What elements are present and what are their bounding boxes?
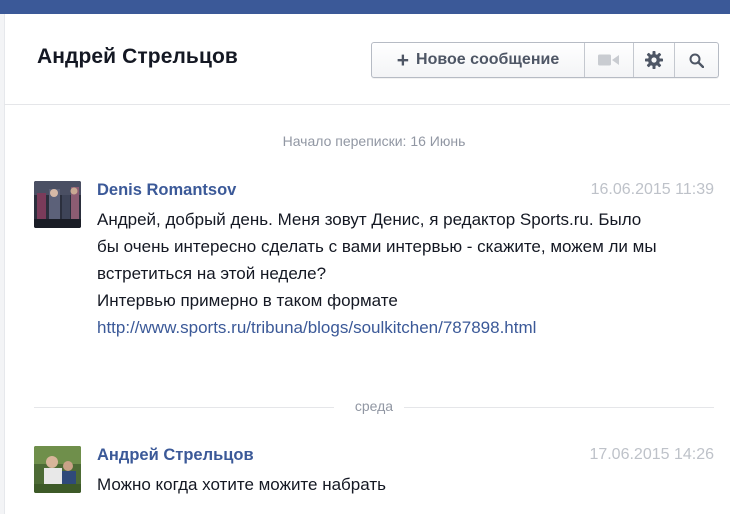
gear-icon [645,51,663,69]
message-text: Можно когда хотите можите набрать [97,475,386,494]
message-body: Андрей, добрый день. Меня зовут Денис, я… [97,206,657,341]
new-message-label: Новое сообщение [416,51,560,68]
top-brand-bar [0,0,730,14]
header-divider [4,104,730,105]
text-fade-overlay [440,470,490,496]
avatar[interactable] [34,446,81,493]
new-message-button[interactable]: + Новое сообщение [372,43,585,77]
message-timestamp: 16.06.2015 11:39 [590,181,714,198]
message-body: Можно когда хотите можите набрать [97,471,657,498]
message-item: Denis Romantsov 16.06.2015 11:39 Андрей,… [34,181,714,381]
message-text-line: Интервью примерно в таком формате [97,291,398,310]
message-item: Андрей Стрельцов 17.06.2015 14:26 Можно … [34,446,714,506]
conversation-title: Андрей Стрельцов [37,45,238,68]
search-icon [689,53,704,68]
message-sender[interactable]: Андрей Стрельцов [97,446,254,465]
conversation-start-label: Начало переписки: 16 Июнь [282,133,466,149]
conversation-toolbar: + Новое сообщение [371,42,719,78]
message-text: Андрей, добрый день. Меня зовут Денис, я… [97,210,657,283]
video-camera-icon [598,54,619,66]
day-separator: среда [34,397,714,417]
search-button[interactable] [675,43,718,77]
message-sender[interactable]: Denis Romantsov [97,181,236,200]
day-separator-label: среда [354,398,394,414]
video-call-button[interactable] [585,43,634,77]
avatar[interactable] [34,181,81,228]
settings-button[interactable] [634,43,675,77]
plus-icon: + [396,48,410,72]
conversation-header: Андрей Стрельцов + Новое сообщение [4,14,730,104]
separator-line-right [404,407,714,408]
message-timestamp: 17.06.2015 14:26 [589,446,714,463]
message-link[interactable]: http://www.sports.ru/tribuna/blogs/soulk… [97,318,536,337]
